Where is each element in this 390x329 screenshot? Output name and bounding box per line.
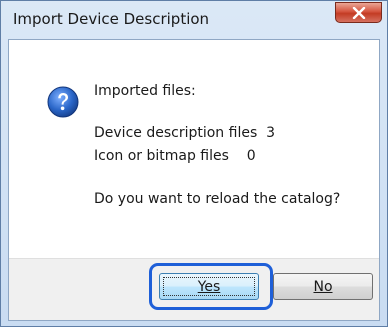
no-button-label: No — [313, 278, 333, 295]
window-title: Import Device Description — [13, 10, 210, 28]
device-description-count: Device description files 3 — [94, 125, 276, 141]
no-button[interactable]: No — [273, 273, 373, 300]
dialog-window: Import Device Description Imported files… — [0, 0, 388, 327]
imported-files-heading: Imported files: — [94, 83, 196, 99]
dialog-content: Imported files: Device description files… — [8, 39, 380, 321]
close-button[interactable] — [335, 2, 382, 23]
icon-bitmap-count: Icon or bitmap files 0 — [94, 148, 256, 164]
reload-question: Do you want to reload the catalog? — [94, 191, 341, 207]
question-mark-icon — [47, 86, 79, 118]
yes-button-label: Yes — [197, 278, 221, 295]
title-bar[interactable]: Import Device Description — [1, 1, 387, 39]
yes-button[interactable]: Yes — [159, 273, 259, 300]
button-bar: Yes No — [9, 258, 379, 320]
close-icon — [352, 6, 365, 19]
